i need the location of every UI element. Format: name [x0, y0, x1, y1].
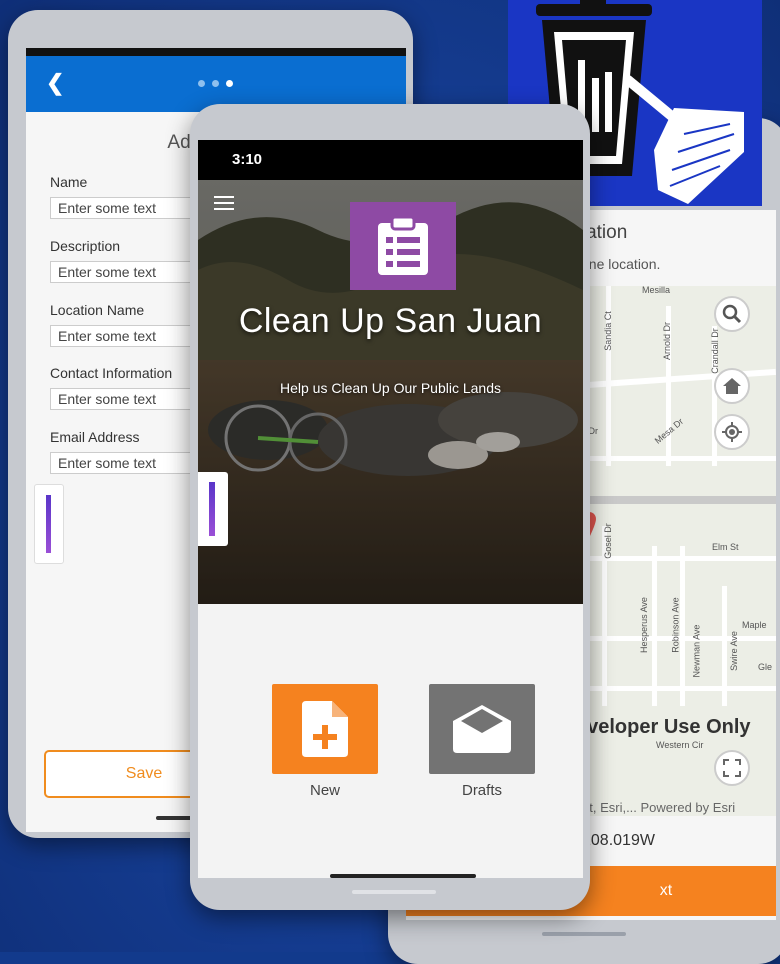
drafts-tile-label: Drafts — [461, 782, 502, 799]
status-bar — [26, 48, 406, 56]
page-dot-2 — [212, 80, 219, 87]
page-dot-3 — [226, 80, 233, 87]
side-drawer-handle[interactable] — [34, 484, 64, 564]
map-street — [680, 546, 685, 706]
drafts-tile[interactable] — [429, 684, 535, 774]
street-label: Gosel Dr — [602, 523, 613, 559]
coordinate-readout: 108.019W — [582, 832, 655, 849]
map-highway — [572, 496, 776, 504]
status-time: 3:10 — [232, 151, 263, 168]
location-name-label: Location Name — [50, 302, 145, 318]
page-indicator — [198, 80, 233, 87]
app-title: Clean Up San Juan — [238, 302, 543, 340]
side-drawer-handle[interactable] — [198, 472, 228, 546]
home-indicator — [352, 890, 436, 894]
search-icon — [722, 304, 742, 324]
map-locate-button[interactable] — [714, 414, 750, 450]
street-label: Crandall Dr — [709, 328, 720, 374]
email-label: Email Address — [50, 429, 140, 445]
phone-frame-home: 3:10 Clean Up San Juan Help us Clean Up … — [190, 104, 590, 910]
menu-hamburger-icon[interactable] — [214, 196, 234, 214]
map-street — [572, 686, 776, 691]
street-label: Mesilla — [642, 286, 671, 295]
new-document-icon — [302, 701, 348, 757]
app-logo — [350, 202, 456, 290]
home-screen: 3:10 Clean Up San Juan Help us Clean Up … — [198, 140, 583, 878]
new-tile-label: New — [309, 782, 340, 799]
map-street — [652, 546, 657, 706]
map-search-button[interactable] — [714, 296, 750, 332]
street-label: Swire Ave — [728, 631, 739, 671]
map-watermark: eveloper Use Only — [576, 716, 751, 738]
next-button-label: xt — [659, 882, 673, 899]
contact-info-label: Contact Information — [50, 365, 173, 381]
map-view[interactable]: Mesilla Sandia Ct Arnold Dr Crandall Dr … — [572, 286, 776, 816]
locate-icon — [722, 422, 742, 442]
new-survey-tile[interactable] — [272, 684, 378, 774]
home-icon — [723, 378, 741, 394]
status-bar: 3:10 — [198, 140, 583, 180]
hero-banner: Clean Up San Juan Help us Clean Up Our P… — [198, 180, 583, 604]
app-subtitle: Help us Clean Up Our Public Lands — [279, 380, 501, 396]
map-street — [572, 456, 776, 461]
page-dot-1 — [198, 80, 205, 87]
map-attribution[interactable]: nt, Esri,... Powered by Esri — [582, 800, 735, 815]
drawer-handle-bar — [209, 482, 215, 536]
back-chevron-icon[interactable]: ❮ — [46, 70, 64, 96]
map-fullscreen-button[interactable] — [714, 750, 750, 786]
street-label: Hesperus Ave — [638, 597, 649, 653]
fullscreen-icon — [723, 759, 741, 777]
clipboard-icon — [378, 215, 428, 275]
envelope-icon — [453, 705, 511, 753]
street-label: Sandia Ct — [602, 311, 613, 351]
street-label: Gle — [758, 662, 773, 672]
street-label: Maple — [742, 620, 767, 630]
street-label: Robinson Ave — [670, 597, 681, 653]
street-label: Newman Ave — [691, 624, 702, 678]
home-indicator — [330, 874, 476, 878]
drawer-handle-bar — [46, 495, 51, 553]
home-indicator — [542, 932, 626, 936]
map-home-button[interactable] — [714, 368, 750, 404]
street-label: Elm St — [712, 542, 739, 552]
street-label: Western Cir — [656, 740, 704, 750]
street-label: Arnold Dr — [662, 321, 673, 361]
name-label: Name — [50, 174, 88, 190]
description-label: Description — [50, 238, 121, 254]
